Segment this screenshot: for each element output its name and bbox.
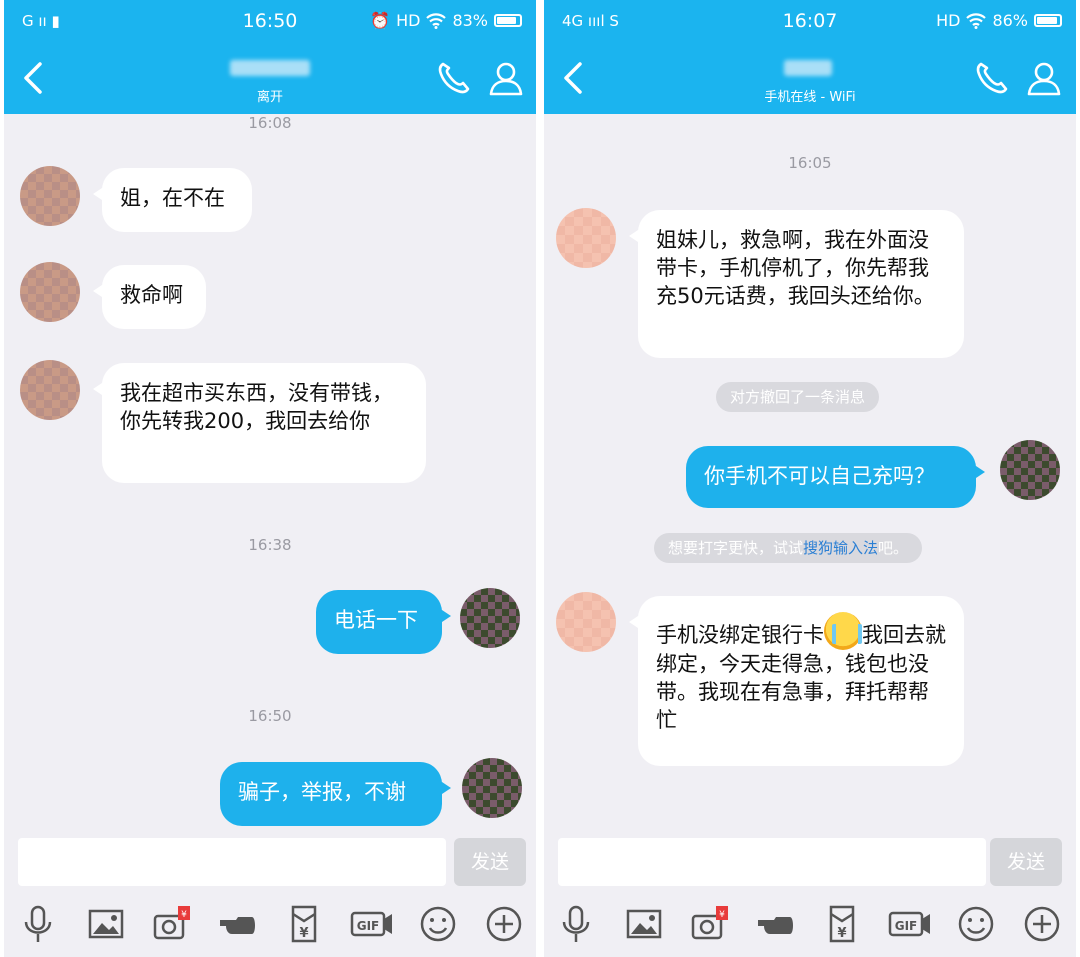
red-envelope-icon[interactable]: ¥ [284,904,324,944]
battery-icon [494,14,522,27]
svg-text:¥: ¥ [299,926,308,941]
profile-icon[interactable] [486,58,526,98]
send-button[interactable]: 发送 [454,838,526,886]
avatar[interactable] [460,588,520,648]
input-method-tip: 想要打字更快，试试搜狗输入法吧。 [654,533,923,563]
message-bubble-incoming: 我在超市买东西，没有带钱，你先转我200，我回去给你 [93,363,426,483]
input-row: 发送 [544,826,1076,896]
image-icon[interactable] [624,904,664,944]
svg-text:GIF: GIF [895,919,918,933]
microphone-icon[interactable] [18,904,58,944]
avatar[interactable] [20,166,80,226]
contact-name-blurred [784,60,832,76]
emoji-icon[interactable] [956,904,996,944]
message-input[interactable] [558,838,986,886]
chat-screen-left: G ıı ▮ 16:50 ⏰ HD 83% 离开 16:08 姐，在不在 救命啊… [4,0,536,957]
message-bubble-incoming: 姐妹儿，救急啊，我在外面没带卡，手机停机了，你先帮我充50元话费，我回头还给你。 [629,210,964,358]
avatar[interactable] [556,592,616,652]
camera-redpacket-icon[interactable]: ¥ [690,904,730,944]
camera-redpacket-icon[interactable]: ¥ [152,904,192,944]
battery-percent: 83% [452,11,488,30]
status-bar: 4G ıııl S 16:07 HD 86% [544,0,1076,42]
battery-icon [1034,14,1062,27]
message-text: 手机没绑定银行卡 [656,623,824,647]
poke-hand-icon[interactable] [218,904,258,944]
avatar[interactable] [462,758,522,818]
svg-text:GIF: GIF [357,919,380,933]
plus-icon[interactable] [484,904,524,944]
message-input[interactable] [18,838,446,886]
profile-icon[interactable] [1024,58,1064,98]
chat-screen-right: 4G ıııl S 16:07 HD 86% 手机在线 - WiFi 16:05… [544,0,1076,957]
message-bubble-outgoing: 电话一下 [316,590,451,654]
chat-header: 离开 [4,42,536,114]
timestamp: 16:05 [788,154,832,172]
red-envelope-icon[interactable]: ¥ [822,904,862,944]
battery-percent: 86% [992,11,1028,30]
chat-header: 手机在线 - WiFi [544,42,1076,114]
chat-toolbar: ¥ ¥ GIF [4,896,536,957]
svg-text:¥: ¥ [181,910,187,920]
wifi-icon [426,12,447,29]
wifi-icon [966,12,987,29]
message-bubble-incoming: 手机没绑定银行卡 我回去就绑定，今天走得急，钱包也没带。我现在有急事，拜托帮帮忙 [629,596,964,766]
poke-hand-icon[interactable] [756,904,796,944]
network-label: HD [936,11,961,30]
contact-name-blurred [230,60,310,76]
tip-text: 想要打字更快，试试 [668,539,804,557]
gif-icon[interactable]: GIF [350,904,394,944]
phone-call-icon[interactable] [972,58,1012,98]
message-bubble-incoming: 救命啊 [93,265,206,329]
avatar[interactable] [1000,440,1060,500]
microphone-icon[interactable] [556,904,596,944]
message-bubble-outgoing: 你手机不可以自己充吗？ [686,446,985,508]
send-button[interactable]: 发送 [990,838,1062,886]
tip-text: 吧。 [878,539,909,557]
message-bubble-outgoing: 骗子，举报，不谢 [220,762,451,826]
recall-notice: 对方撤回了一条消息 [716,382,880,412]
plus-icon[interactable] [1022,904,1062,944]
status-bar: G ıı ▮ 16:50 ⏰ HD 83% [4,0,536,42]
crying-emoji-icon [824,612,862,650]
network-label: HD [396,11,421,30]
avatar[interactable] [556,208,616,268]
image-icon[interactable] [86,904,126,944]
sogou-link[interactable]: 搜狗输入法 [803,539,878,557]
timestamp: 16:38 [248,536,292,554]
emoji-icon[interactable] [418,904,458,944]
alarm-icon: ⏰ [370,11,391,30]
gif-icon[interactable]: GIF [888,904,932,944]
phone-call-icon[interactable] [434,58,474,98]
avatar[interactable] [20,262,80,322]
input-row: 发送 [4,826,536,896]
timestamp: 16:50 [248,707,292,725]
chat-toolbar: ¥ ¥ GIF [544,896,1076,957]
svg-text:¥: ¥ [837,926,846,941]
timestamp: 16:08 [248,114,292,132]
message-bubble-incoming: 姐，在不在 [93,168,252,232]
svg-text:¥: ¥ [719,910,725,920]
avatar[interactable] [20,360,80,420]
